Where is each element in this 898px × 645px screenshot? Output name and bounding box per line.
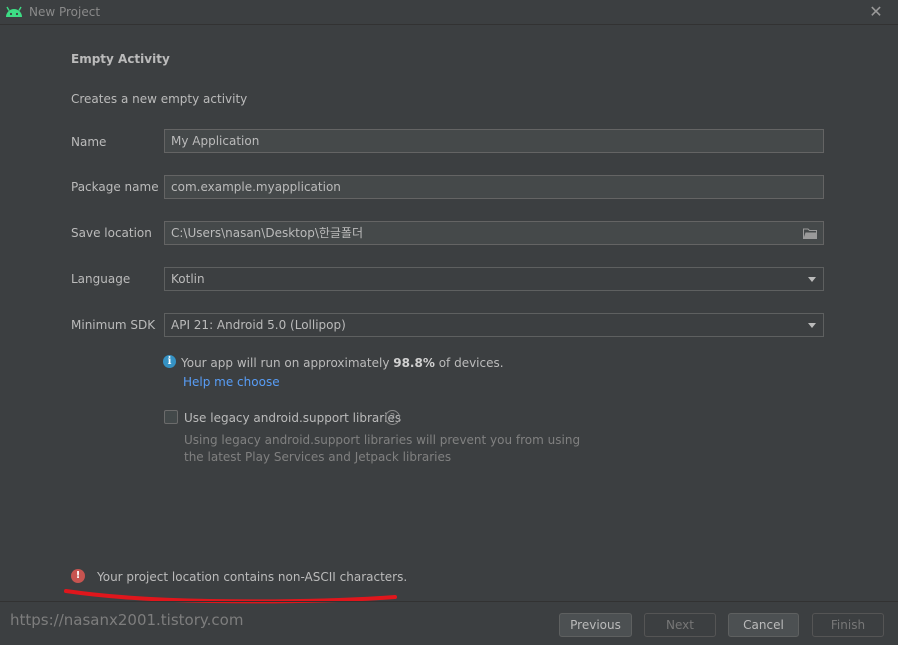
chevron-down-icon — [808, 277, 816, 282]
cancel-button[interactable]: Cancel — [728, 613, 799, 637]
coverage-percent: 98.8% — [393, 356, 435, 370]
save-location-field[interactable]: C:\Users\nasan\Desktop\한글폴더 — [164, 221, 824, 245]
minimum-sdk-value: API 21: Android 5.0 (Lollipop) — [171, 318, 346, 332]
title-bar: New Project ✕ — [0, 0, 898, 25]
chevron-down-icon — [808, 323, 816, 328]
language-label: Language — [71, 272, 131, 286]
save-location-label: Save location — [71, 226, 152, 240]
watermark-text: https://nasanx2001.tistory.com — [10, 611, 244, 629]
error-icon: ! — [71, 569, 85, 583]
save-location-value: C:\Users\nasan\Desktop\한글폴더 — [171, 226, 364, 240]
help-me-choose-link[interactable]: Help me choose — [183, 375, 280, 389]
language-dropdown[interactable]: Kotlin — [164, 267, 824, 291]
next-button[interactable]: Next — [644, 613, 716, 637]
legacy-hint-line-2: the latest Play Services and Jetpack lib… — [184, 450, 452, 464]
finish-button[interactable]: Finish — [812, 613, 884, 637]
legacy-libraries-checkbox[interactable] — [164, 410, 178, 424]
minimum-sdk-dropdown[interactable]: API 21: Android 5.0 (Lollipop) — [164, 313, 824, 337]
template-heading: Empty Activity — [71, 52, 170, 66]
legacy-libraries-label[interactable]: Use legacy android.support libraries — [184, 411, 401, 425]
coverage-prefix: Your app will run on approximately — [181, 356, 394, 370]
question-mark-icon[interactable]: ? — [385, 410, 400, 425]
error-message: Your project location contains non-ASCII… — [97, 570, 408, 584]
minimum-sdk-label: Minimum SDK — [71, 318, 156, 332]
template-description: Creates a new empty activity — [71, 92, 248, 106]
legacy-libraries-hint: Using legacy android.support libraries w… — [184, 432, 580, 466]
info-icon: i — [163, 355, 176, 368]
coverage-suffix: of devices. — [434, 356, 504, 370]
previous-button[interactable]: Previous — [559, 613, 632, 637]
android-icon — [6, 6, 22, 17]
language-value: Kotlin — [171, 272, 205, 286]
window-title: New Project — [29, 5, 101, 19]
name-label: Name — [71, 135, 107, 149]
package-name-field[interactable]: com.example.myapplication — [164, 175, 824, 199]
device-coverage-text: Your app will run on approximately 98.8%… — [181, 356, 504, 370]
new-project-window: New Project ✕ Empty Activity Creates a n… — [0, 0, 898, 645]
footer-divider — [0, 601, 898, 602]
name-field[interactable]: My Application — [164, 129, 824, 153]
folder-icon[interactable] — [803, 227, 817, 239]
legacy-hint-line-1: Using legacy android.support libraries w… — [184, 433, 581, 447]
red-underline-annotation — [64, 589, 397, 604]
package-name-label: Package name — [71, 180, 159, 194]
close-icon[interactable]: ✕ — [866, 2, 886, 22]
